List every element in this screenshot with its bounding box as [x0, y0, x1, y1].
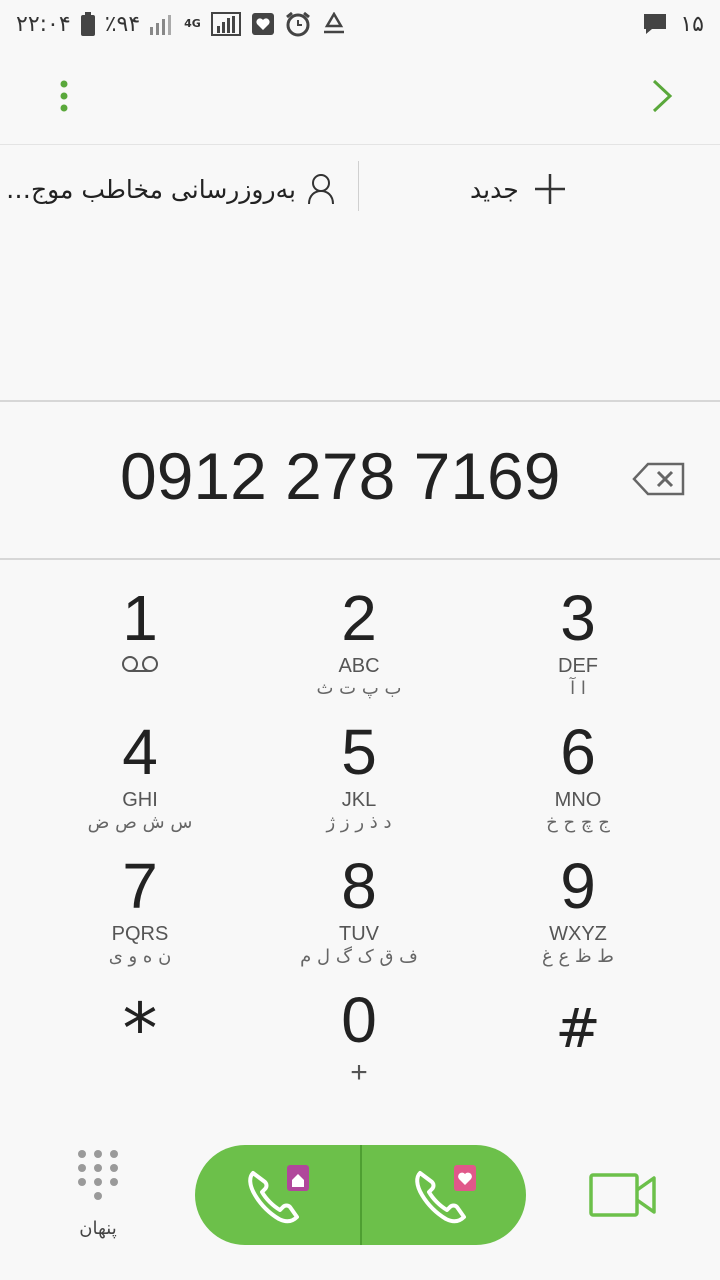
key-0[interactable]: 0 +: [259, 984, 459, 1104]
create-contact-button[interactable]: جدید: [470, 167, 567, 211]
update-existing-contact-button[interactable]: بەروزرسانی مخاطب موج…: [6, 167, 346, 211]
dialpad-icon: [78, 1150, 118, 1200]
backspace-icon: [632, 462, 685, 496]
status-bar: ۲۲:۰۴ ٪۹۴ 4G ۱۵: [0, 0, 720, 48]
key-persian: ن ه و ی: [108, 946, 172, 967]
voicemail-icon: [40, 654, 240, 684]
key-persian: د ذ ر ز ژ: [326, 812, 392, 833]
key-digit: *: [122, 988, 158, 1070]
heart-sim-icon: [251, 12, 275, 36]
video-camera-icon: [589, 1173, 656, 1217]
key-digit: 9: [560, 850, 596, 922]
key-digit: 3: [560, 582, 596, 654]
bottom-bar: پنهان: [0, 1140, 720, 1280]
dialed-number[interactable]: 0912 278 7169: [120, 438, 560, 514]
key-persian: ط ظ ع غ: [542, 946, 614, 967]
call-sim2-button[interactable]: [362, 1145, 526, 1245]
key-digit: #: [555, 997, 601, 1060]
chevron-right-icon: [652, 79, 673, 113]
key-digit: 5: [341, 716, 377, 788]
key-persian: س ش ص ض: [87, 812, 193, 833]
call-sim1-button[interactable]: [195, 1145, 360, 1245]
key-letters: MNO: [554, 789, 602, 811]
status-right: ۱۵: [642, 12, 704, 37]
key-persian: ف ق ک گ ل م: [300, 946, 418, 967]
navigate-forward-button[interactable]: [640, 74, 684, 118]
hide-keypad-label: پنهان: [79, 1218, 117, 1239]
update-contact-label: بەروزرسانی مخاطب موج…: [6, 174, 296, 204]
signal-strength-icon: [210, 12, 241, 36]
battery-icon: [80, 12, 95, 36]
key-digit: 8: [341, 850, 377, 922]
message-icon: [642, 12, 668, 36]
key-letters: WXYZ: [549, 923, 607, 945]
more-vert-icon: [60, 80, 68, 112]
key-6[interactable]: 6 MNO ج چ ح خ: [478, 716, 678, 836]
key-digit: 4: [122, 716, 158, 788]
battery-percent: ٪۹۴: [104, 11, 141, 37]
network-type: 4G: [184, 17, 201, 30]
key-digit: 6: [560, 716, 596, 788]
key-letters: JKL: [341, 789, 377, 811]
status-left: ۲۲:۰۴ ٪۹۴ 4G: [16, 11, 347, 37]
key-1[interactable]: 1: [40, 582, 240, 702]
key-5[interactable]: 5 JKL د ذ ر ز ژ: [259, 716, 459, 836]
backspace-button[interactable]: [632, 462, 686, 500]
key-letters: ABC: [338, 655, 380, 677]
key-plus: +: [350, 1056, 368, 1089]
key-7[interactable]: 7 PQRS ن ه و ی: [40, 850, 240, 970]
phone-sim2-icon: [414, 1165, 476, 1224]
key-digit: 7: [122, 850, 158, 922]
key-star[interactable]: *: [40, 984, 240, 1104]
contact-actions-row: بەروزرسانی مخاطب موج… جدید: [0, 145, 720, 235]
key-letters: DEF: [558, 655, 598, 677]
new-contact-label: جدید: [470, 174, 519, 204]
plus-icon: [534, 174, 565, 204]
hide-keypad-button[interactable]: پنهان: [66, 1148, 130, 1239]
key-digit: 0: [341, 984, 377, 1056]
recycle-icon: [321, 12, 347, 36]
phone-sim1-icon: [247, 1165, 309, 1224]
call-buttons: [195, 1145, 526, 1245]
key-4[interactable]: 4 GHI س ش ص ض: [40, 716, 240, 836]
key-3[interactable]: 3 DEF ا آ: [478, 582, 678, 702]
actions-divider: [358, 161, 359, 211]
alarm-icon: [285, 11, 311, 37]
person-icon: [306, 173, 336, 205]
key-8[interactable]: 8 TUV ف ق ک گ ل م: [259, 850, 459, 970]
key-persian: ج چ ح خ: [546, 812, 610, 833]
status-time: ۲۲:۰۴: [16, 11, 71, 37]
key-letters: GHI: [122, 789, 158, 811]
key-letters: PQRS: [111, 923, 169, 945]
key-hash[interactable]: #: [478, 984, 678, 1104]
key-persian: ا آ: [570, 678, 586, 699]
top-bar: [0, 48, 720, 145]
key-letters: TUV: [339, 923, 379, 945]
key-2[interactable]: 2 ABC ب پ ت ث: [259, 582, 459, 702]
key-digit: 2: [341, 582, 377, 654]
more-options-button[interactable]: [44, 76, 84, 116]
number-display: 0912 278 7169: [0, 400, 720, 560]
key-9[interactable]: 9 WXYZ ط ظ ع غ: [478, 850, 678, 970]
signal-icon: [150, 13, 174, 35]
notification-count: ۱۵: [680, 11, 704, 37]
key-persian: ب پ ت ث: [316, 678, 402, 699]
key-digit: 1: [122, 582, 158, 654]
video-call-button[interactable]: [588, 1172, 658, 1224]
